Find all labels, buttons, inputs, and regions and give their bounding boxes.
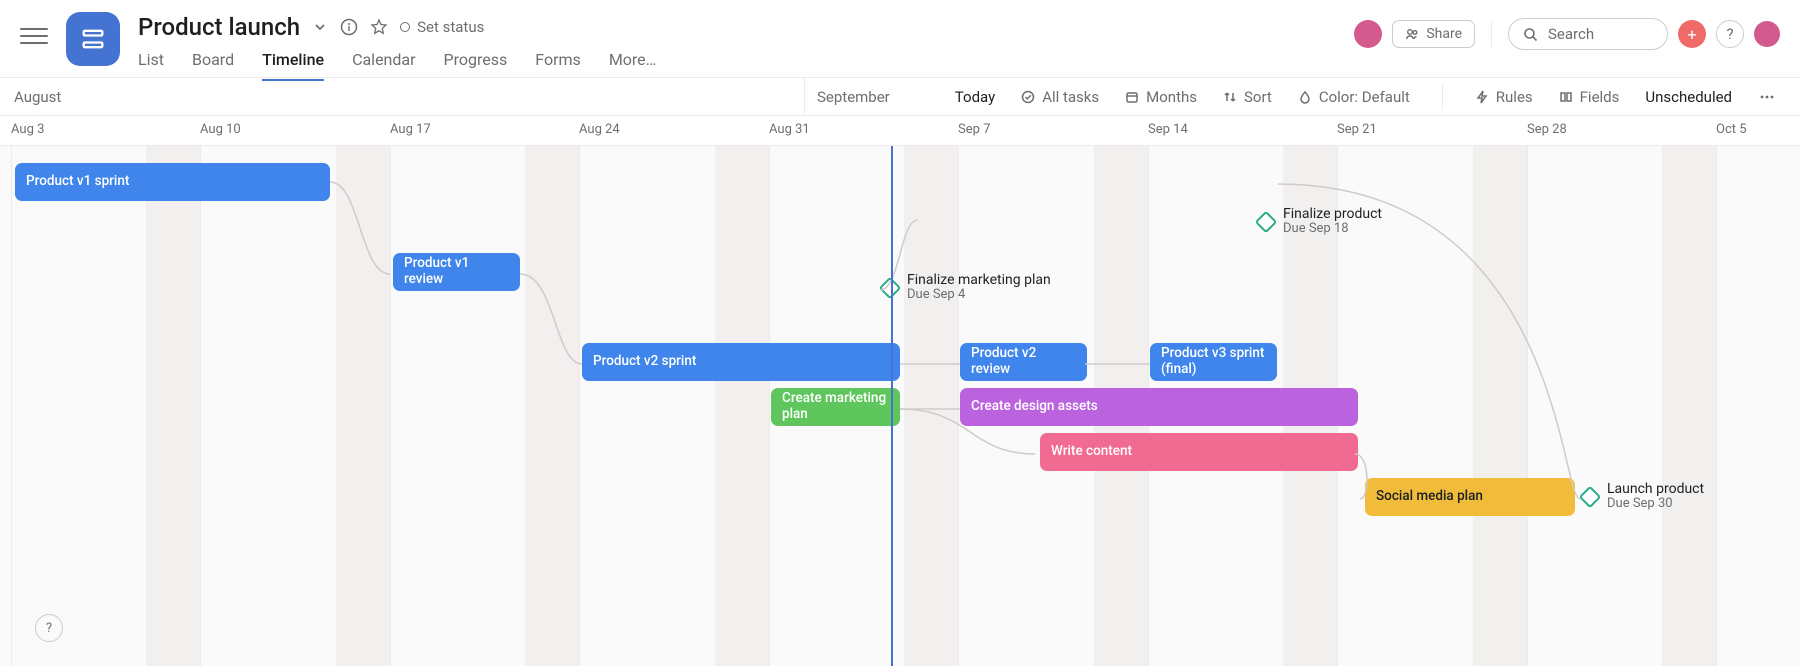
tab-board[interactable]: Board <box>192 50 234 81</box>
weekend-band <box>715 146 769 666</box>
weekend-band <box>525 146 579 666</box>
task-create-marketing-plan[interactable]: Create marketingplan <box>771 388 900 426</box>
zoom-months[interactable]: Months <box>1125 88 1197 106</box>
weekend-band <box>904 146 958 666</box>
diamond-icon <box>1255 210 1278 233</box>
project-title[interactable]: Product launch <box>138 13 300 41</box>
month-label-left: August <box>14 88 61 106</box>
weekend-band <box>1662 146 1716 666</box>
date-tick: Oct 5 <box>1716 122 1747 137</box>
share-label: Share <box>1426 26 1462 42</box>
weekend-band <box>336 146 390 666</box>
member-avatar[interactable] <box>1354 20 1382 48</box>
date-tick: Sep 21 <box>1337 122 1377 137</box>
milestone-finalize-product[interactable]: Finalize productDue Sep 18 <box>1258 206 1382 237</box>
tab-forms[interactable]: Forms <box>535 50 581 81</box>
all-tasks-filter[interactable]: All tasks <box>1021 88 1099 106</box>
more-options-icon[interactable] <box>1758 90 1776 104</box>
droplet-icon <box>1298 90 1312 104</box>
people-icon <box>1405 27 1419 41</box>
app-header: Product launch Set status List Board Tim… <box>0 0 1800 78</box>
timeline-canvas[interactable]: Product v1 sprint Product v1 review Fina… <box>0 146 1800 666</box>
fields-button[interactable]: Fields <box>1559 88 1620 106</box>
task-create-design-assets[interactable]: Create design assets <box>960 388 1358 426</box>
status-dot-icon <box>400 22 410 32</box>
help-button[interactable]: ? <box>1716 20 1744 48</box>
date-tick: Aug 31 <box>769 122 810 137</box>
weekend-band <box>1473 146 1527 666</box>
milestone-launch-product[interactable]: Launch productDue Sep 30 <box>1582 481 1704 512</box>
search-input[interactable]: Search <box>1508 18 1668 50</box>
project-icon[interactable] <box>66 12 120 66</box>
rules-button[interactable]: Rules <box>1475 88 1533 106</box>
divider <box>1491 21 1492 47</box>
tab-progress[interactable]: Progress <box>444 50 508 81</box>
date-tick: Sep 28 <box>1527 122 1567 137</box>
task-v1-review[interactable]: Product v1 review <box>393 253 520 291</box>
month-label-right: September <box>804 78 890 115</box>
weekend-band <box>146 146 200 666</box>
set-status-label: Set status <box>417 18 484 36</box>
floating-help-button[interactable]: ? <box>35 614 63 642</box>
diamond-icon <box>879 276 902 299</box>
task-v3-sprint[interactable]: Product v3 sprint(final) <box>1150 343 1277 381</box>
tab-calendar[interactable]: Calendar <box>352 50 415 81</box>
timeline-toolbar: August September Today All tasks Months … <box>0 78 1800 116</box>
bolt-icon <box>1475 90 1489 104</box>
task-v2-sprint[interactable]: Product v2 sprint <box>582 343 900 381</box>
search-placeholder: Search <box>1548 25 1594 43</box>
view-tabs: List Board Timeline Calendar Progress Fo… <box>138 50 656 81</box>
date-tick: Sep 7 <box>958 122 990 137</box>
date-tick: Aug 17 <box>390 122 431 137</box>
tab-list[interactable]: List <box>138 50 164 81</box>
date-axis: Aug 3 Aug 10 Aug 17 Aug 24 Aug 31 Sep 7 … <box>0 116 1800 146</box>
tab-timeline[interactable]: Timeline <box>262 50 324 81</box>
chevron-down-icon[interactable] <box>312 19 328 35</box>
date-tick: Aug 3 <box>11 122 44 137</box>
share-button[interactable]: Share <box>1392 20 1475 48</box>
date-tick: Aug 24 <box>579 122 620 137</box>
columns-icon <box>1559 90 1573 104</box>
task-v2-review[interactable]: Product v2 review <box>960 343 1087 381</box>
unscheduled-button[interactable]: Unscheduled <box>1645 88 1732 106</box>
divider <box>1442 84 1443 110</box>
today-button[interactable]: Today <box>955 88 995 106</box>
calendar-icon <box>1125 90 1139 104</box>
star-icon[interactable] <box>370 18 388 36</box>
task-write-content[interactable]: Write content <box>1040 433 1358 471</box>
sort-icon <box>1223 90 1237 104</box>
sort-button[interactable]: Sort <box>1223 88 1272 106</box>
tab-more[interactable]: More… <box>609 50 657 81</box>
set-status-button[interactable]: Set status <box>400 18 484 36</box>
date-tick: Sep 14 <box>1148 122 1188 137</box>
header-actions: Share Search + ? <box>1354 18 1780 50</box>
add-button[interactable]: + <box>1678 20 1706 48</box>
check-circle-icon <box>1021 90 1035 104</box>
project-title-area: Product launch Set status List Board Tim… <box>138 12 656 81</box>
user-avatar[interactable] <box>1754 21 1780 47</box>
date-tick: Aug 10 <box>200 122 241 137</box>
task-social-media-plan[interactable]: Social media plan <box>1365 478 1575 516</box>
menu-toggle-icon[interactable] <box>20 22 48 50</box>
info-icon[interactable] <box>340 18 358 36</box>
color-button[interactable]: Color: Default <box>1298 88 1410 106</box>
search-icon <box>1523 27 1538 42</box>
milestone-finalize-marketing[interactable]: Finalize marketing planDue Sep 4 <box>882 272 1051 303</box>
today-marker <box>891 146 893 666</box>
diamond-icon <box>1579 485 1602 508</box>
task-v1-sprint[interactable]: Product v1 sprint <box>15 163 330 201</box>
